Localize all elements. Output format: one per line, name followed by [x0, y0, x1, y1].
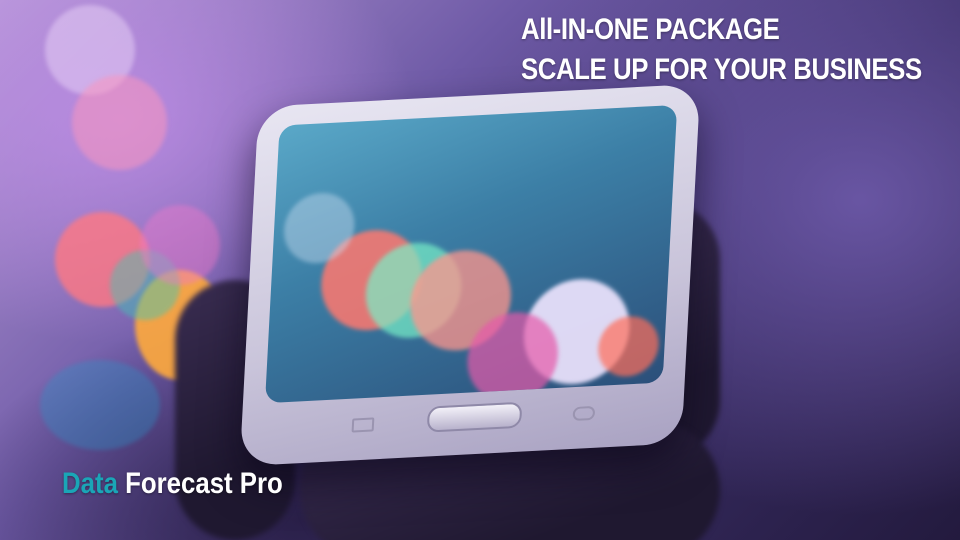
bokeh-light: [140, 205, 220, 285]
headline-line-1: All-IN-ONE PACKAGE: [521, 13, 780, 46]
headline: All-IN-ONE PACKAGE SCALE UP FOR YOUR BUS…: [521, 10, 922, 90]
headline-line-2: SCALE UP FOR YOUR BUSINESS: [521, 53, 922, 86]
slide: All-IN-ONE PACKAGE SCALE UP FOR YOUR BUS…: [0, 0, 960, 540]
phone-screen: [264, 104, 678, 404]
back-icon: [351, 417, 375, 433]
brand-word-data: Data: [62, 467, 118, 500]
brand-logo: Data Forecast Pro: [62, 464, 283, 504]
home-button: [426, 401, 523, 433]
bokeh-light: [72, 75, 167, 170]
menu-icon: [572, 405, 596, 422]
bokeh-light: [40, 360, 160, 450]
brand-word-forecast-pro: Forecast Pro: [117, 467, 283, 500]
smartphone: [239, 83, 701, 467]
